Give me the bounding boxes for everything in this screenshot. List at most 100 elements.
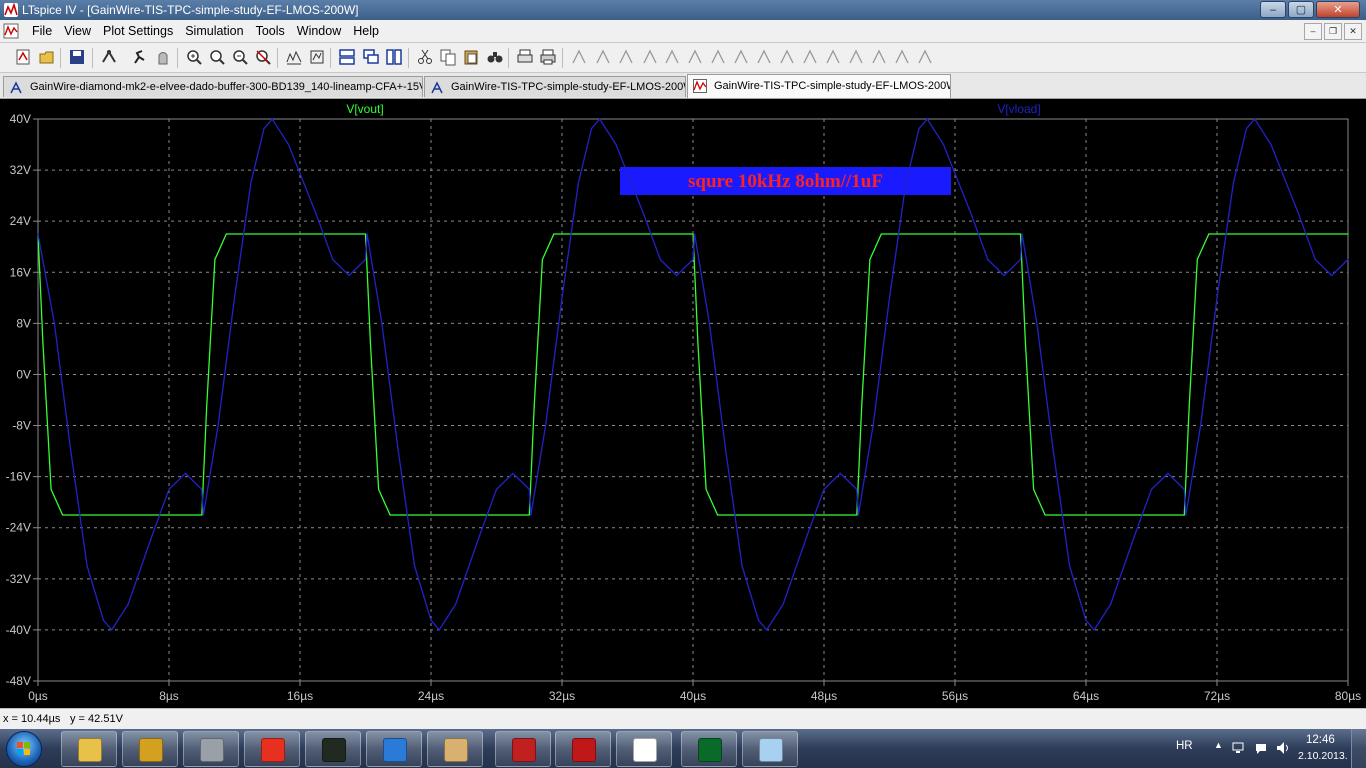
package-icon [139,738,163,762]
menu-view[interactable]: View [58,24,97,38]
open-icon[interactable] [38,48,56,66]
network-icon[interactable] [1232,741,1246,755]
minimize-button[interactable]: – [1260,1,1286,18]
diode-icon[interactable] [709,48,727,66]
data-point [970,214,973,216]
drag-icon[interactable] [778,48,796,66]
data-point [717,514,719,516]
new-schematic-icon[interactable] [14,48,32,66]
data-point [530,514,532,516]
data-point [1196,258,1198,261]
show-hidden-icons-icon[interactable]: ▲ [1214,740,1223,750]
data-point [545,424,547,427]
component-icon[interactable] [732,48,750,66]
y-tick-label: -32V [6,572,31,586]
waveform-chart[interactable]: 0µs 8µs 16µs 24µs 32µs 40µs 48µs 56µs 64µs 72µs 80… [0,99,1366,708]
print-icon[interactable] [539,48,557,66]
start-button[interactable] [6,731,42,767]
taskbar-button-package[interactable] [122,731,178,767]
data-point [741,565,743,567]
action-center-icon[interactable] [1254,741,1268,755]
run-icon[interactable] [131,48,149,66]
cascade-icon[interactable] [362,48,380,66]
taskbar-button-pdf[interactable] [555,731,611,767]
taskbar-button-security[interactable] [244,731,300,767]
tab-tis-tpc-schematic[interactable]: GainWire-TIS-TPC-simple-study-EF-LMOS-20… [424,76,686,97]
taskbar-button-notepad[interactable] [742,731,798,767]
paste-icon[interactable] [462,48,480,66]
text-icon[interactable] [893,48,911,66]
taskbar-button-ltspice[interactable] [495,731,551,767]
undo-icon[interactable] [801,48,819,66]
menu-plot-settings[interactable]: Plot Settings [97,24,179,38]
x-tick-label: 24µs [418,689,444,703]
zoom-in-icon[interactable] [185,48,203,66]
label-icon[interactable] [617,48,635,66]
menu-file[interactable]: File [26,24,58,38]
mirror-icon[interactable] [870,48,888,66]
data-point [1188,405,1190,407]
zoom-area-icon[interactable] [208,48,226,66]
tab-tis-tpc-waveform[interactable]: GainWire-TIS-TPC-simple-study-EF-LMOS-20… [687,74,951,98]
halt-icon[interactable] [154,48,172,66]
taskbar-button-simulator[interactable] [681,731,737,767]
zoom-out-icon[interactable] [231,48,249,66]
data-point [643,214,645,216]
wire-icon[interactable] [570,48,588,66]
control-panel-icon[interactable] [100,48,118,66]
fit-icon[interactable] [308,48,326,66]
ground-icon[interactable] [594,48,612,66]
data-point [1036,322,1038,324]
print-preview-icon[interactable] [516,48,534,66]
ltspice-icon [512,738,536,762]
tile-vertical-icon[interactable] [385,48,403,66]
move-icon[interactable] [755,48,773,66]
mdi-minimize-button[interactable]: – [1304,23,1322,40]
data-point [42,341,44,344]
tab-diamond-buffer[interactable]: GainWire-diamond-mk2-e-elvee-dado-buffer… [3,76,423,97]
resistor-icon[interactable] [641,48,659,66]
data-point [553,233,555,235]
taskbar-button-editor[interactable] [616,731,672,767]
data-point [725,450,727,452]
spice-directive-icon[interactable] [916,48,934,66]
menu-simulation[interactable]: Simulation [179,24,249,38]
autorange-icon[interactable] [285,48,303,66]
language-indicator[interactable]: HR [1176,740,1193,752]
taskbar-button-mail[interactable] [427,731,483,767]
data-point [250,182,252,184]
clock-time[interactable]: 12:46 [1306,734,1335,746]
toolbar-separator [60,48,61,68]
taskbar-button-oscilloscope[interactable] [305,731,361,767]
zoom-cancel-icon[interactable] [254,48,272,66]
data-point [694,233,696,235]
menu-help[interactable]: Help [347,24,385,38]
mdi-restore-button[interactable]: ❐ [1324,23,1342,40]
data-point [541,258,544,261]
waveform-plot[interactable]: 0µs 8µs 16µs 24µs 32µs 40µs 48µs 56µs 64µs 72µs 80… [0,99,1366,708]
capacitor-icon[interactable] [663,48,681,66]
copy-icon[interactable] [439,48,457,66]
redo-icon[interactable] [824,48,842,66]
taskbar-button-ie[interactable] [366,731,422,767]
menu-window[interactable]: Window [291,24,347,38]
maximize-button[interactable]: ▢ [1288,1,1314,18]
data-point [1167,472,1169,474]
data-point [1069,565,1071,567]
inductor-icon[interactable] [686,48,704,66]
data-point [1314,258,1316,261]
taskbar-button-tool[interactable] [183,731,239,767]
menu-tools[interactable]: Tools [250,24,291,38]
cut-icon[interactable] [416,48,434,66]
rotate-icon[interactable] [847,48,865,66]
find-icon[interactable] [486,48,504,66]
volume-icon[interactable] [1276,741,1290,755]
taskbar-button-explorer[interactable] [61,731,117,767]
show-desktop-button[interactable] [1351,729,1366,768]
toolbar-separator [508,48,509,68]
tile-horizontal-icon[interactable] [338,48,356,66]
close-button[interactable]: ✕ [1316,1,1360,18]
clock-date[interactable]: 2.10.2013. [1298,750,1348,762]
mdi-close-button[interactable]: ✕ [1344,23,1362,40]
save-icon[interactable] [68,48,86,66]
